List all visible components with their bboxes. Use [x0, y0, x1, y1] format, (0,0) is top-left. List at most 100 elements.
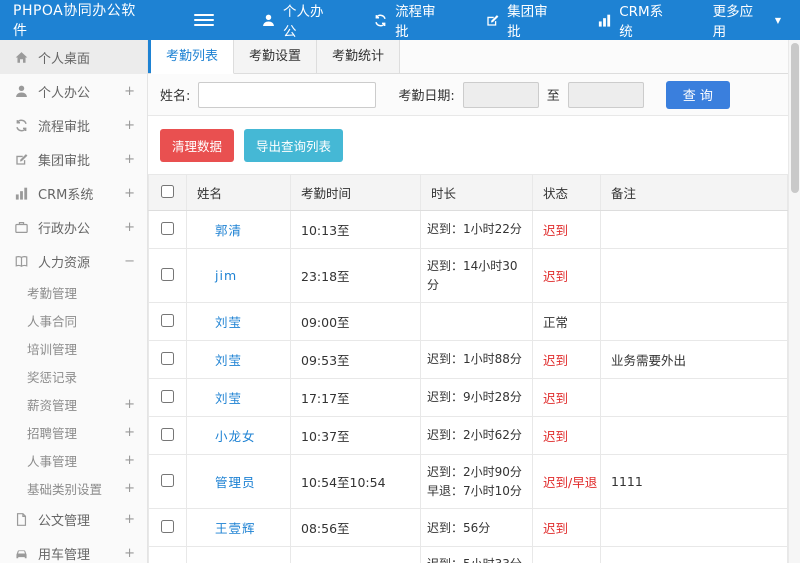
sidebar-item-label: 集团审批 — [38, 153, 91, 169]
top-nav: 个人办公 ▼ 流程审批 ▼ 集团审批 ▼ CRM系统 ▼ — [242, 0, 800, 40]
employee-name-link[interactable]: jim — [215, 268, 237, 283]
clean-data-button[interactable]: 清理数据 — [160, 129, 235, 162]
expand-toggle-icon[interactable]: + — [124, 84, 135, 99]
table-row: 郭清 10:13至 迟到：1小时22分 迟到 — [148, 210, 788, 249]
sidebar-item[interactable]: 招聘管理 + — [0, 418, 147, 446]
duration-cell: 迟到：9小时28分 — [420, 378, 533, 418]
vertical-scrollbar[interactable] — [788, 40, 800, 563]
export-list-button[interactable]: 导出查询列表 — [244, 129, 344, 162]
sidebar-item[interactable]: 个人办公 + — [0, 74, 147, 108]
nav-label: 集团审批 — [507, 4, 548, 40]
sidebar-item[interactable]: 考勤管理 — [0, 278, 147, 306]
table-row: 刘莹 17:17至 迟到：9小时28分 迟到 — [148, 378, 788, 418]
tab[interactable]: 考勤列表 — [151, 40, 235, 74]
expand-toggle-icon[interactable]: + — [124, 186, 135, 201]
expand-toggle-icon[interactable]: + — [124, 453, 135, 468]
tab[interactable]: 考勤统计 — [317, 40, 401, 73]
column-header: 备注 — [600, 174, 788, 211]
expand-toggle-icon[interactable]: + — [124, 118, 135, 133]
sidebar-item[interactable]: 集团审批 + — [0, 142, 147, 176]
employee-name-link[interactable]: 郭清 — [215, 223, 242, 238]
row-checkbox[interactable] — [161, 389, 174, 403]
nav-label: CRM系统 — [619, 4, 664, 40]
sidebar-item[interactable]: 行政办公 + — [0, 210, 147, 244]
sidebar-item[interactable]: 基础类别设置 + — [0, 474, 147, 502]
expand-toggle-icon[interactable]: + — [124, 481, 135, 496]
scrollbar-thumb[interactable] — [791, 43, 799, 193]
top-nav-item[interactable]: 集团审批 ▼ — [466, 0, 578, 40]
sidebar-item[interactable]: 培训管理 — [0, 334, 147, 362]
sidebar-item-icon — [14, 152, 29, 167]
sidebar-item-icon — [14, 512, 29, 527]
sidebar-item-label: 培训管理 — [27, 341, 78, 357]
sidebar-item[interactable]: 用车管理 + — [0, 536, 147, 563]
sidebar-item-label: 用车管理 — [38, 547, 91, 563]
employee-name-link[interactable]: 刘莹 — [215, 353, 242, 368]
chevron-down-icon: ▼ — [774, 15, 781, 25]
sidebar-item[interactable]: 公文管理 + — [0, 502, 147, 536]
row-checkbox[interactable] — [161, 267, 174, 281]
duration-cell — [420, 302, 533, 342]
menu-icon[interactable] — [194, 11, 214, 29]
sidebar-item[interactable]: CRM系统 + — [0, 176, 147, 210]
date-to-input[interactable] — [567, 81, 644, 108]
search-button[interactable]: 查 询 — [665, 80, 730, 109]
nav-icon — [485, 13, 500, 28]
layout: 个人桌面 个人办公 + 流程审批 + 集团审批 + CRM系统 + 行政办公 +… — [0, 40, 800, 563]
expand-toggle-icon[interactable]: + — [124, 220, 135, 235]
attendance-time-cell: 10:54至10:54 — [290, 454, 421, 510]
employee-name-link[interactable]: 王壹辉 — [215, 521, 256, 536]
employee-name-link[interactable]: 刘莹 — [215, 315, 242, 330]
column-header: 考勤时间 — [290, 174, 421, 211]
expand-toggle-icon[interactable]: + — [124, 152, 135, 167]
sidebar-item[interactable]: 人力资源 − — [0, 244, 147, 278]
name-filter-input[interactable] — [198, 81, 377, 108]
employee-name-link[interactable]: 管理员 — [215, 475, 256, 490]
sidebar-item-label: 行政办公 — [38, 221, 91, 237]
row-checkbox[interactable] — [161, 473, 174, 487]
sidebar-item-icon — [14, 546, 29, 561]
sidebar-item-icon — [14, 254, 29, 269]
expand-toggle-icon[interactable]: + — [124, 397, 135, 412]
select-all-checkbox[interactable] — [161, 184, 174, 198]
sidebar-item-icon — [14, 186, 29, 201]
top-nav-item[interactable]: 个人办公 ▼ — [242, 0, 354, 40]
action-bar: 清理数据 导出查询列表 — [148, 116, 788, 174]
sidebar-item-label: 公文管理 — [38, 513, 91, 529]
row-checkbox[interactable] — [161, 351, 174, 365]
sidebar-item[interactable]: 奖惩记录 — [0, 362, 147, 390]
date-from-input[interactable] — [462, 81, 539, 108]
expand-toggle-icon[interactable]: − — [124, 254, 135, 269]
top-nav-item[interactable]: 更多应用 ▼ — [694, 0, 800, 40]
sidebar-item[interactable]: 薪资管理 + — [0, 390, 147, 418]
sidebar-item-icon — [14, 220, 29, 235]
sidebar-item[interactable]: 个人桌面 — [0, 40, 147, 74]
top-nav-item[interactable]: CRM系统 ▼ — [578, 0, 693, 40]
column-header: 状态 — [532, 174, 601, 211]
sidebar-item-icon — [14, 84, 29, 99]
status-badge: 正常 — [543, 315, 569, 331]
duration-cell: 迟到：2小时90分 早退：7小时10分 — [420, 454, 533, 510]
employee-name-link[interactable]: 刘莹 — [215, 391, 242, 406]
nav-label: 流程审批 — [395, 4, 436, 40]
row-checkbox[interactable] — [161, 427, 174, 441]
expand-toggle-icon[interactable]: + — [124, 425, 135, 440]
row-checkbox[interactable] — [161, 313, 174, 327]
row-checkbox[interactable] — [161, 519, 174, 533]
top-nav-item[interactable]: 流程审批 ▼ — [354, 0, 466, 40]
expand-toggle-icon[interactable]: + — [124, 512, 135, 527]
remark-cell — [600, 416, 788, 456]
app-title: PHPOA协同办公软件 — [13, 3, 136, 39]
expand-toggle-icon[interactable]: + — [124, 546, 135, 561]
sidebar-item[interactable]: 流程审批 + — [0, 108, 147, 142]
sidebar-item-label: 人事管理 — [27, 453, 78, 469]
sidebar-item[interactable]: 人事合同 — [0, 306, 147, 334]
sidebar-item[interactable]: 人事管理 + — [0, 446, 147, 474]
status-badge: 迟到 — [543, 353, 569, 369]
table-header-row: 姓名 考勤时间 时长 状态 备注 — [148, 174, 788, 211]
column-header: 时长 — [420, 174, 533, 211]
tab[interactable]: 考勤设置 — [234, 40, 318, 73]
employee-name-link[interactable]: 小龙女 — [215, 429, 256, 444]
table-row: 管理员 10:54至10:54 迟到：2小时90分 早退：7小时10分 迟到/早… — [148, 454, 788, 510]
row-checkbox[interactable] — [161, 221, 174, 235]
